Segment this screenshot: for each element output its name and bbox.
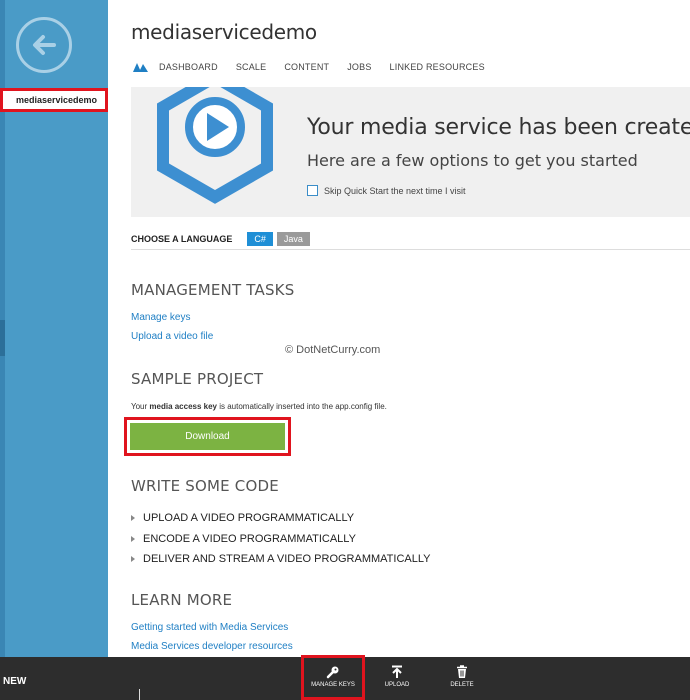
- upload-icon: [392, 665, 402, 678]
- tab-linked-resources[interactable]: LINKED RESOURCES: [390, 62, 485, 72]
- arrow-left-circle-icon: [33, 35, 56, 55]
- upload-video-link[interactable]: Upload a video file: [131, 331, 213, 342]
- back-button[interactable]: [16, 17, 72, 73]
- language-selector: CHOOSE A LANGUAGE C# Java: [131, 228, 690, 250]
- expand-arrow-icon: [131, 515, 135, 522]
- download-button[interactable]: Download: [130, 423, 285, 450]
- banner-subheading: Here are a few options to get you starte…: [307, 151, 638, 170]
- manage-keys-link[interactable]: Manage keys: [131, 312, 190, 323]
- management-tasks-heading: MANAGEMENT TASKS: [131, 281, 295, 299]
- sample-project-heading: SAMPLE PROJECT: [131, 370, 264, 388]
- tab-scale[interactable]: SCALE: [236, 62, 267, 72]
- skip-label: Skip Quick Start the next time I visit: [324, 185, 466, 196]
- manage-keys-highlight: [301, 655, 365, 700]
- write-code-heading: WRITE SOME CODE: [131, 477, 279, 495]
- tab-jobs[interactable]: JOBS: [347, 62, 371, 72]
- trash-icon: [457, 665, 467, 678]
- new-button[interactable]: NEW: [3, 676, 26, 687]
- expand-arrow-icon: [131, 556, 135, 563]
- skip-checkbox[interactable]: [307, 185, 318, 196]
- quickstart-banner: Your media service has been created! Her…: [131, 87, 690, 217]
- sidebar-item-mediaservicedemo[interactable]: mediaservicedemo: [0, 88, 108, 112]
- delete-button[interactable]: DELETE: [435, 657, 489, 700]
- tab-bar: DASHBOARD SCALE CONTENT JOBS LINKED RESO…: [131, 61, 503, 73]
- upload-button[interactable]: UPLOAD: [370, 657, 424, 700]
- getting-started-link[interactable]: Getting started with Media Services: [131, 622, 288, 633]
- media-play-logo-icon: [157, 87, 273, 204]
- expand-arrow-icon: [131, 535, 135, 542]
- tab-content[interactable]: CONTENT: [284, 62, 329, 72]
- tab-dashboard[interactable]: DASHBOARD: [159, 62, 218, 72]
- media-service-icon: [133, 63, 148, 72]
- code-item-upload[interactable]: UPLOAD A VIDEO PROGRAMMATICALLY: [131, 508, 431, 529]
- code-item-deliver[interactable]: DELIVER AND STREAM A VIDEO PROGRAMMATICA…: [131, 549, 431, 570]
- command-divider: [139, 689, 140, 700]
- delete-label: DELETE: [450, 682, 474, 688]
- developer-resources-link[interactable]: Media Services developer resources: [131, 641, 293, 652]
- code-item-encode[interactable]: ENCODE A VIDEO PROGRAMMATICALLY: [131, 529, 431, 550]
- language-java-button[interactable]: Java: [276, 231, 310, 246]
- language-csharp-button[interactable]: C#: [247, 231, 273, 246]
- skip-quickstart-option[interactable]: Skip Quick Start the next time I visit: [307, 185, 466, 196]
- page-title: mediaservicedemo: [131, 20, 317, 44]
- banner-heading: Your media service has been created!: [307, 115, 690, 140]
- rail-edge-marker: [0, 320, 5, 356]
- media-access-key-text: media access key: [149, 402, 217, 411]
- watermark: © DotNetCurry.com: [285, 344, 381, 356]
- language-label: CHOOSE A LANGUAGE: [131, 233, 233, 244]
- upload-label: UPLOAD: [384, 682, 410, 688]
- code-list: UPLOAD A VIDEO PROGRAMMATICALLY ENCODE A…: [131, 508, 431, 570]
- learn-more-heading: LEARN MORE: [131, 591, 233, 609]
- sample-description: Your media access key is automatically i…: [131, 402, 387, 411]
